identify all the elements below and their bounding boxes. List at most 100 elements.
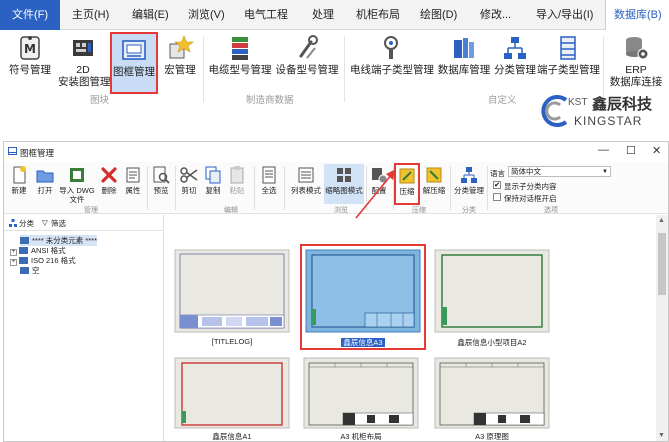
import-dwg-icon [70,168,84,182]
decompress-button[interactable]: 解压缩 [422,165,446,195]
tab-home[interactable]: 主页(H) [72,6,109,22]
frame-preview-cabinet [303,357,419,429]
tree-tab-category[interactable]: 分类 [19,218,34,229]
open-button[interactable]: 打开 [34,165,56,195]
tab-modify[interactable]: 修改... [480,6,511,22]
cable-type-button[interactable]: 电缆型号管理 [208,34,272,76]
select-all-button[interactable]: 全选 [258,165,280,195]
kingstar-logo: KST 鑫辰科技 KINGSTAR [536,92,666,132]
macro-mgmt-label: 宏管理 [164,64,196,76]
thumbnail-card-a3-schematic[interactable]: A3 原理图 [434,357,550,441]
chevron-down-icon: ▼ [602,169,608,175]
list-mode-button[interactable]: 列表模式 [288,165,324,195]
preview-label: 预览 [153,186,169,195]
show-subcategory-checkbox[interactable]: ✔ [493,181,501,189]
tree-node-empty[interactable]: 空 [20,265,40,276]
paste-clipboard-icon [230,166,244,184]
menu-bar: 文件(F) 主页(H) 编辑(E) 浏览(V) 电气工程 处理 机柜布局 绘图(… [0,0,669,30]
tab-electrical[interactable]: 电气工程 [244,6,288,22]
group-label-browse: 浏览 [334,207,348,214]
expand-plus-icon[interactable]: + [10,259,17,266]
wire-terminal-type-label: 电线端子类型管理 [350,64,434,76]
frame-mgmt-button[interactable]: 图框管理 [110,32,158,94]
erp-connection-button[interactable]: ERP 数据库连接 [605,34,667,88]
mount-2d-icon [73,40,93,56]
database-mgmt-button[interactable]: 数据库管理 [435,34,493,76]
delete-x-icon [101,167,117,183]
tree-tab-filter[interactable]: 筛选 [51,218,66,229]
tree-node-label: ANSI 格式 [31,246,66,255]
thumbnail-grid: [TITLELOG] 鑫辰信息A3 鑫辰信息小型项目A2 鑫辰信息A1 A3 机… [166,215,656,441]
group-label-custom: 自定义 [488,95,517,106]
tab-draw[interactable]: 绘图(D) [420,6,457,22]
delete-button[interactable]: 删除 [98,165,120,195]
thumbnail-card-a1[interactable]: 鑫辰信息A1 [174,357,290,441]
window-title: 图框管理 [20,148,55,158]
frame-preview-a3 [305,249,421,333]
scroll-up-icon[interactable]: ▲ [658,217,665,224]
maximize-button[interactable]: ☐ [626,144,636,157]
properties-button[interactable]: 属性 [122,165,144,195]
window-titlebar: 图框管理 — ☐ ✕ [4,142,668,162]
frame-folder-icon [20,267,29,274]
scroll-down-icon[interactable]: ▼ [658,432,665,439]
tree-node-label: 空 [32,266,40,275]
toolbar-category-mgmt-button[interactable]: 分类管理 [453,165,485,195]
copy-icon [205,166,221,184]
thumbnail-card-a2[interactable]: 鑫辰信息小型项目A2 [434,249,550,347]
paste-button[interactable]: 粘贴 [226,165,248,195]
copy-button[interactable]: 复制 [202,165,224,195]
mount-2d-label-1: 2D [76,64,90,76]
tab-edit[interactable]: 编辑(E) [132,6,169,22]
svg-text:M: M [24,42,36,56]
wire-terminal-type-button[interactable]: 电线端子类型管理 [350,34,434,76]
erp-label-1: ERP [625,64,647,76]
close-button[interactable]: ✕ [652,144,661,157]
cut-button[interactable]: 剪切 [178,165,200,195]
tab-process[interactable]: 处理 [312,6,334,22]
tab-view[interactable]: 浏览(V) [188,6,225,22]
frame-preview-schematic [434,357,550,429]
language-select[interactable]: 简体中文 ▼ [508,166,611,177]
frame-manager-window: 图框管理 — ☐ ✕ 新建 打开 导入 DWG 文件 删除 属性 管理 预览 剪… [3,141,669,442]
thumbnail-view-icon [337,168,351,182]
category-mgmt-button[interactable]: 分类管理 [493,34,537,76]
device-type-button[interactable]: 设备型号管理 [275,34,339,76]
symbol-mgmt-button[interactable]: M 符号管理 [8,34,52,76]
keep-dialog-open-checkbox[interactable] [493,193,501,201]
terminal-type-button[interactable]: 端子类型管理 [537,34,600,76]
toolbar-separator [450,166,451,210]
ribbon-separator [203,36,204,102]
minimize-button[interactable]: — [598,144,609,156]
tab-database[interactable]: 数据库(B) [605,0,669,30]
group-label-manufacturer: 制造商数据 [246,95,294,106]
thumbnail-caption: [TITLELOG] [211,337,253,346]
category-mgmt-label: 分类管理 [494,64,536,76]
thumbnail-card-titlelog[interactable]: [TITLELOG] [174,249,290,347]
annotation-arrow-icon [355,169,396,219]
properties-label: 属性 [125,186,141,195]
category-tree-icon [504,37,526,59]
thumbnail-card-a3-selected[interactable]: 鑫辰信息A3 [300,244,426,350]
scrollbar-thumb[interactable] [658,233,666,295]
tab-cabinet-layout[interactable]: 机柜布局 [356,6,400,22]
mount-2d-button[interactable]: 2D 安装图管理 [58,34,111,88]
group-label-compress: 压缩 [412,207,426,214]
device-wrench-icon [299,35,318,59]
erp-database-gear-icon [626,37,649,60]
group-label-options: 选项 [544,207,558,214]
vertical-scrollbar[interactable]: ▲ ▼ [656,215,668,441]
toolbar-category-icon [461,167,477,183]
keep-dialog-open-label: 保持对话框开启 [504,194,557,203]
thumbnail-caption-text: 鑫辰信息A3 [341,338,385,347]
new-button[interactable]: 新建 [8,165,30,195]
tab-import-export[interactable]: 导入/导出(I) [536,6,593,22]
preview-button[interactable]: 预览 [150,165,172,195]
tab-file[interactable]: 文件(F) [0,0,60,30]
thumbnail-card-a3-cabinet[interactable]: A3 机柜布局 [303,357,419,441]
macro-mgmt-button[interactable]: 宏管理 [160,34,200,76]
language-select-value: 简体中文 [511,167,541,176]
import-dwg-button[interactable]: 导入 DWG 文件 [58,165,96,204]
thumbnail-caption: A3 原理图 [475,432,509,441]
category-tab-icon [9,219,17,227]
